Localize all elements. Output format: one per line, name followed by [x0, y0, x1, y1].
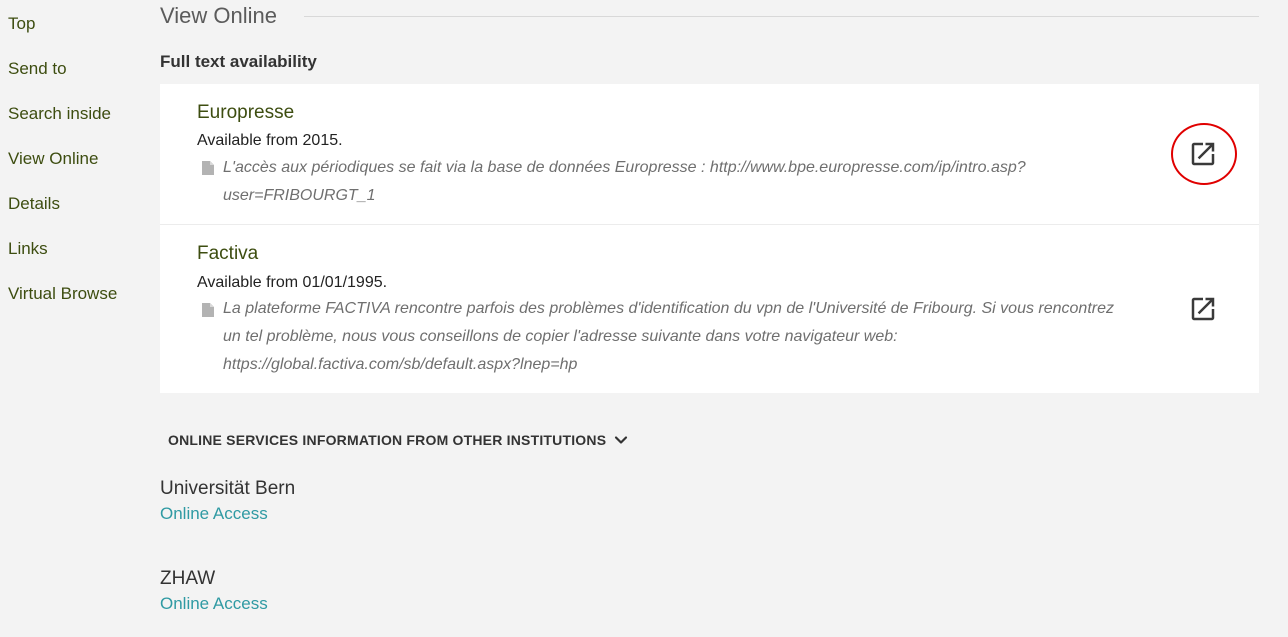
- nav-item-details[interactable]: Details: [8, 194, 60, 214]
- note-document-icon: [202, 161, 214, 175]
- service-note-line: https://global.factiva.com/sb/default.as…: [223, 356, 578, 373]
- other-institutions-toggle[interactable]: ONLINE SERVICES INFORMATION FROM OTHER I…: [168, 432, 628, 448]
- service-item-factiva: Factiva Available from 01/01/1995. La pl…: [160, 225, 1259, 393]
- chevron-down-icon: [615, 436, 628, 444]
- full-text-services-list: Europresse Available from 2015. L'accès …: [160, 84, 1259, 393]
- service-name-link[interactable]: Factiva: [197, 243, 258, 265]
- nav-item-search-inside[interactable]: Search inside: [8, 104, 111, 124]
- nav-item-links[interactable]: Links: [8, 239, 48, 259]
- open-in-new-icon[interactable]: [1188, 294, 1218, 324]
- service-note-line: user=FRIBOURGT_1: [223, 187, 376, 204]
- institution-name: Universität Bern: [160, 478, 296, 499]
- nav-item-view-online[interactable]: View Online: [8, 149, 98, 169]
- section-title-view-online: View Online: [160, 3, 277, 28]
- highlight-circle: [1171, 123, 1237, 185]
- online-access-link[interactable]: Online Access: [160, 594, 268, 614]
- service-item-europresse: Europresse Available from 2015. L'accès …: [160, 84, 1259, 225]
- service-public-note: La plateforme FACTIVA rencontre parfois …: [223, 295, 1153, 379]
- service-name-link[interactable]: Europresse: [197, 102, 294, 124]
- service-note-line: un tel problème, nous vous conseillons d…: [223, 328, 898, 345]
- nav-item-virtual-browse[interactable]: Virtual Browse: [8, 284, 117, 304]
- section-divider: [304, 16, 1259, 17]
- full-text-availability-heading: Full text availability: [160, 52, 317, 71]
- other-institutions-toggle-label: ONLINE SERVICES INFORMATION FROM OTHER I…: [168, 432, 607, 448]
- note-document-icon: [202, 303, 214, 317]
- service-availability: Available from 2015.: [197, 132, 343, 149]
- online-access-link[interactable]: Online Access: [160, 504, 268, 524]
- service-availability: Available from 01/01/1995.: [197, 274, 388, 291]
- service-note-line: L'accès aux périodiques se fait via la b…: [223, 159, 1026, 176]
- nav-item-send-to[interactable]: Send to: [8, 59, 67, 79]
- service-public-note: L'accès aux périodiques se fait via la b…: [223, 154, 1153, 210]
- institution-name: ZHAW: [160, 568, 216, 589]
- service-note-line: La plateforme FACTIVA rencontre parfois …: [223, 300, 1114, 317]
- nav-item-top[interactable]: Top: [8, 14, 35, 34]
